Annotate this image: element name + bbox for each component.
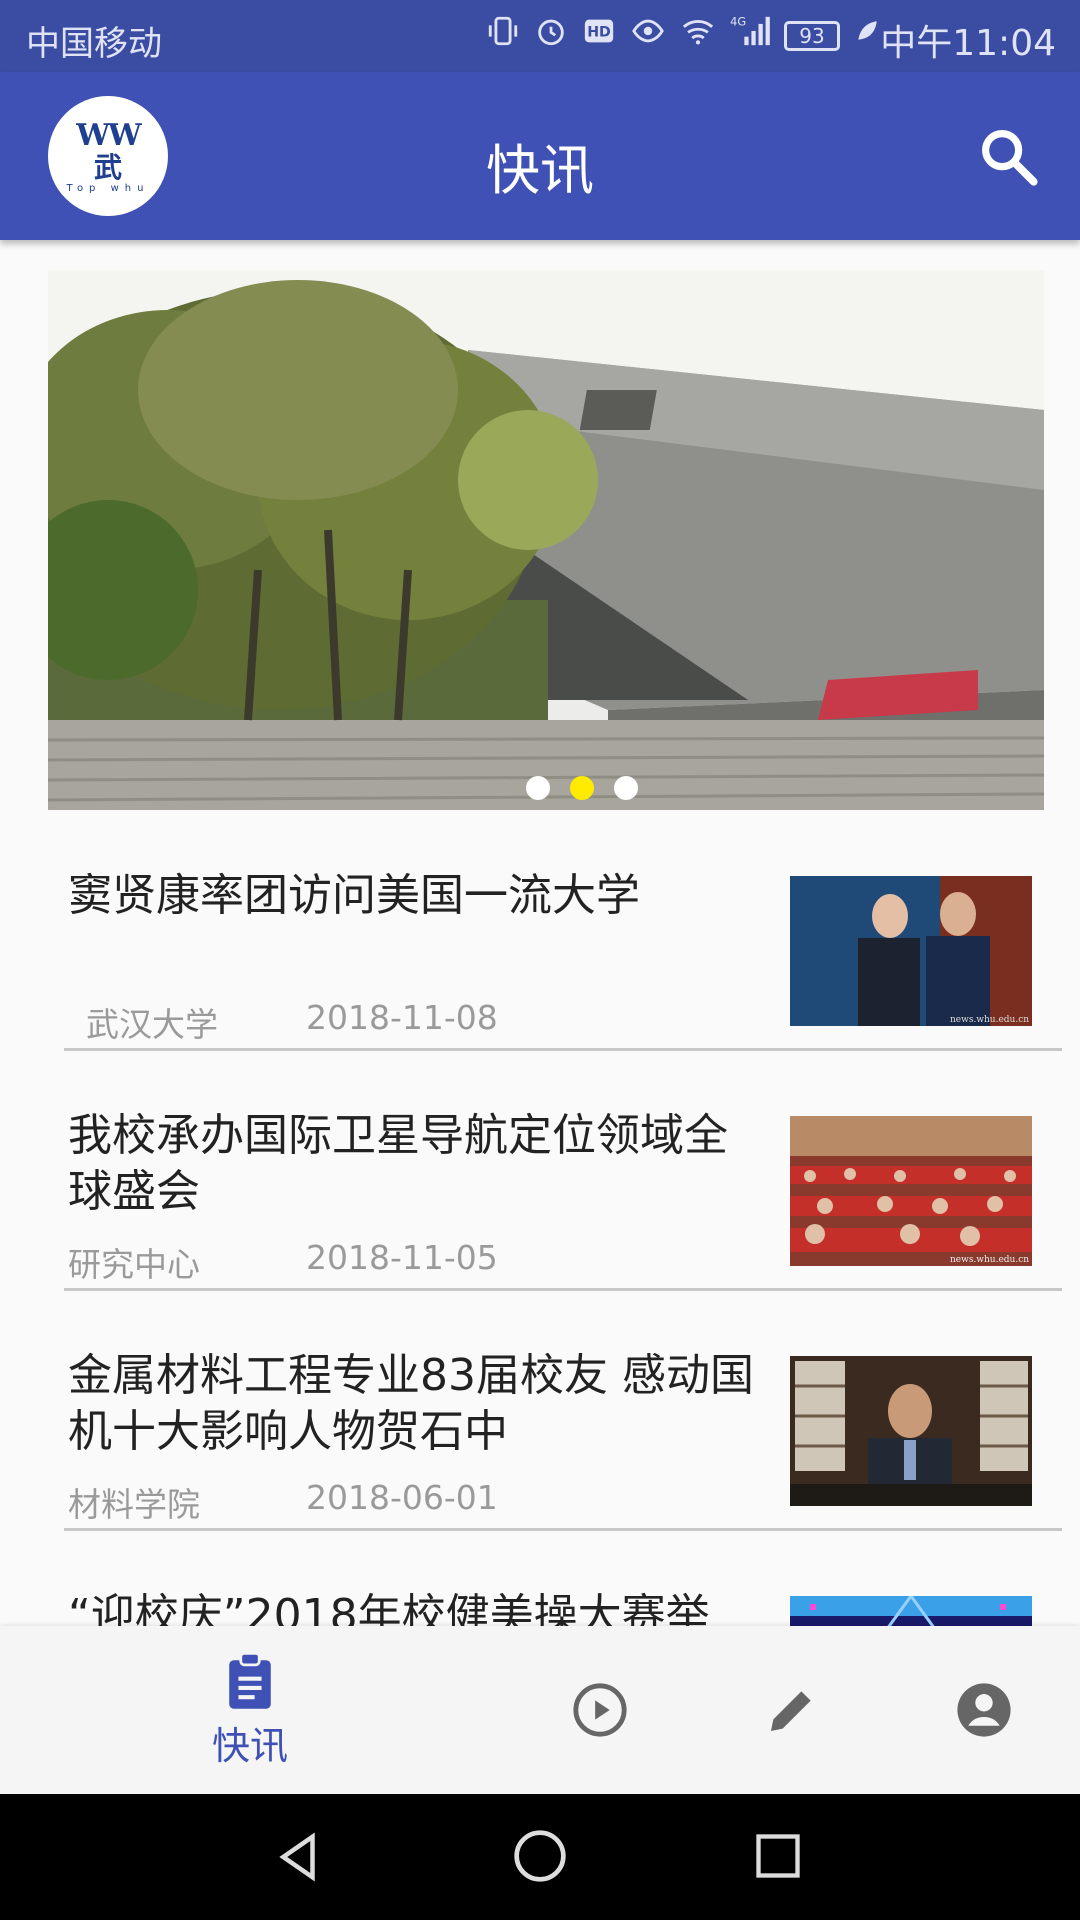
news-source: 研究中心 [68,1245,200,1284]
recents-icon[interactable] [752,1830,804,1882]
tab-news[interactable]: 快讯 [190,1626,310,1794]
tab-write[interactable] [752,1626,832,1794]
leaf-icon [854,14,880,59]
news-thumbnail: news.whu.edu.cn [790,876,1032,1026]
news-title: 金属材料工程专业83届校友 感动国机十大影响人物贺石中 [68,1350,754,1457]
app-bar: WW 武 Top whu 快讯 [0,72,1080,240]
carousel-dot[interactable] [614,776,638,800]
vibrate-icon [486,14,520,59]
tab-profile[interactable] [944,1626,1024,1794]
system-navigation-bar [0,1794,1080,1920]
hd-icon: HD [582,14,616,59]
news-title: 我校承办国际卫星导航定位领域全球盛会 [68,1110,728,1217]
news-title: “迎校庆”2018年校健美操大赛举 [68,1590,710,1626]
account-icon [957,1683,1011,1737]
status-bar: 中国移动 HD 4G 93 中午11:04 [0,0,1080,72]
news-source: 材料学院 [68,1485,200,1524]
clipboard-icon [229,1651,271,1709]
tab-video[interactable] [560,1626,640,1794]
wifi-icon [680,14,716,59]
home-icon[interactable] [512,1828,568,1884]
carousel-dot[interactable] [526,776,550,800]
battery-indicator: 93 [784,21,840,51]
banner-image [48,270,1044,810]
svg-text:news.whu.edu.cn: news.whu.edu.cn [950,1255,1029,1265]
svg-text:HD: HD [587,24,611,40]
news-thumbnail [790,1356,1032,1506]
carrier-label: 中国移动 [26,24,162,64]
news-date: 2018-06-01 [306,1478,498,1517]
play-circle-icon [573,1683,627,1737]
page-title: 快讯 [486,139,594,202]
news-item[interactable]: 金属材料工程专业83届校友 感动国机十大影响人物贺石中 材料学院 2018-06… [0,1290,1080,1531]
tab-news-label: 快讯 [211,1723,288,1768]
news-title: 窦贤康率团访问美国一流大学 [68,870,640,921]
bottom-navigation: 快讯 [0,1626,1080,1794]
news-list: 窦贤康率团访问美国一流大学 武汉大学 2018-11-08 news.whu.e… [0,810,1080,1626]
news-item[interactable]: 我校承办国际卫星导航定位领域全球盛会 研究中心 2018-11-05 news.… [0,1050,1080,1291]
status-icons: HD 4G 93 [486,14,880,58]
signal-icon: 4G [730,14,770,59]
carousel-dots [48,776,1044,800]
search-icon [982,130,1038,186]
news-date: 2018-11-08 [306,998,498,1037]
carousel-dot-active[interactable] [570,776,594,800]
svg-text:news.whu.edu.cn: news.whu.edu.cn [950,1015,1029,1025]
news-item[interactable]: “迎校庆”2018年校健美操大赛举 [0,1530,1080,1626]
svg-text:4G: 4G [730,14,746,28]
banner-carousel[interactable] [48,270,1044,810]
pencil-icon [771,1691,811,1731]
news-date: 2018-11-05 [306,1238,498,1277]
eye-icon [630,14,666,59]
clock: 中午11:04 [880,23,1056,64]
news-item[interactable]: 窦贤康率团访问美国一流大学 武汉大学 2018-11-08 news.whu.e… [0,810,1080,1051]
search-button[interactable] [976,124,1042,190]
alarm-icon [534,14,568,59]
news-source: 武汉大学 [86,1005,218,1044]
back-icon[interactable] [272,1830,326,1884]
news-thumbnail [790,1596,1032,1626]
news-thumbnail: news.whu.edu.cn [790,1116,1032,1266]
